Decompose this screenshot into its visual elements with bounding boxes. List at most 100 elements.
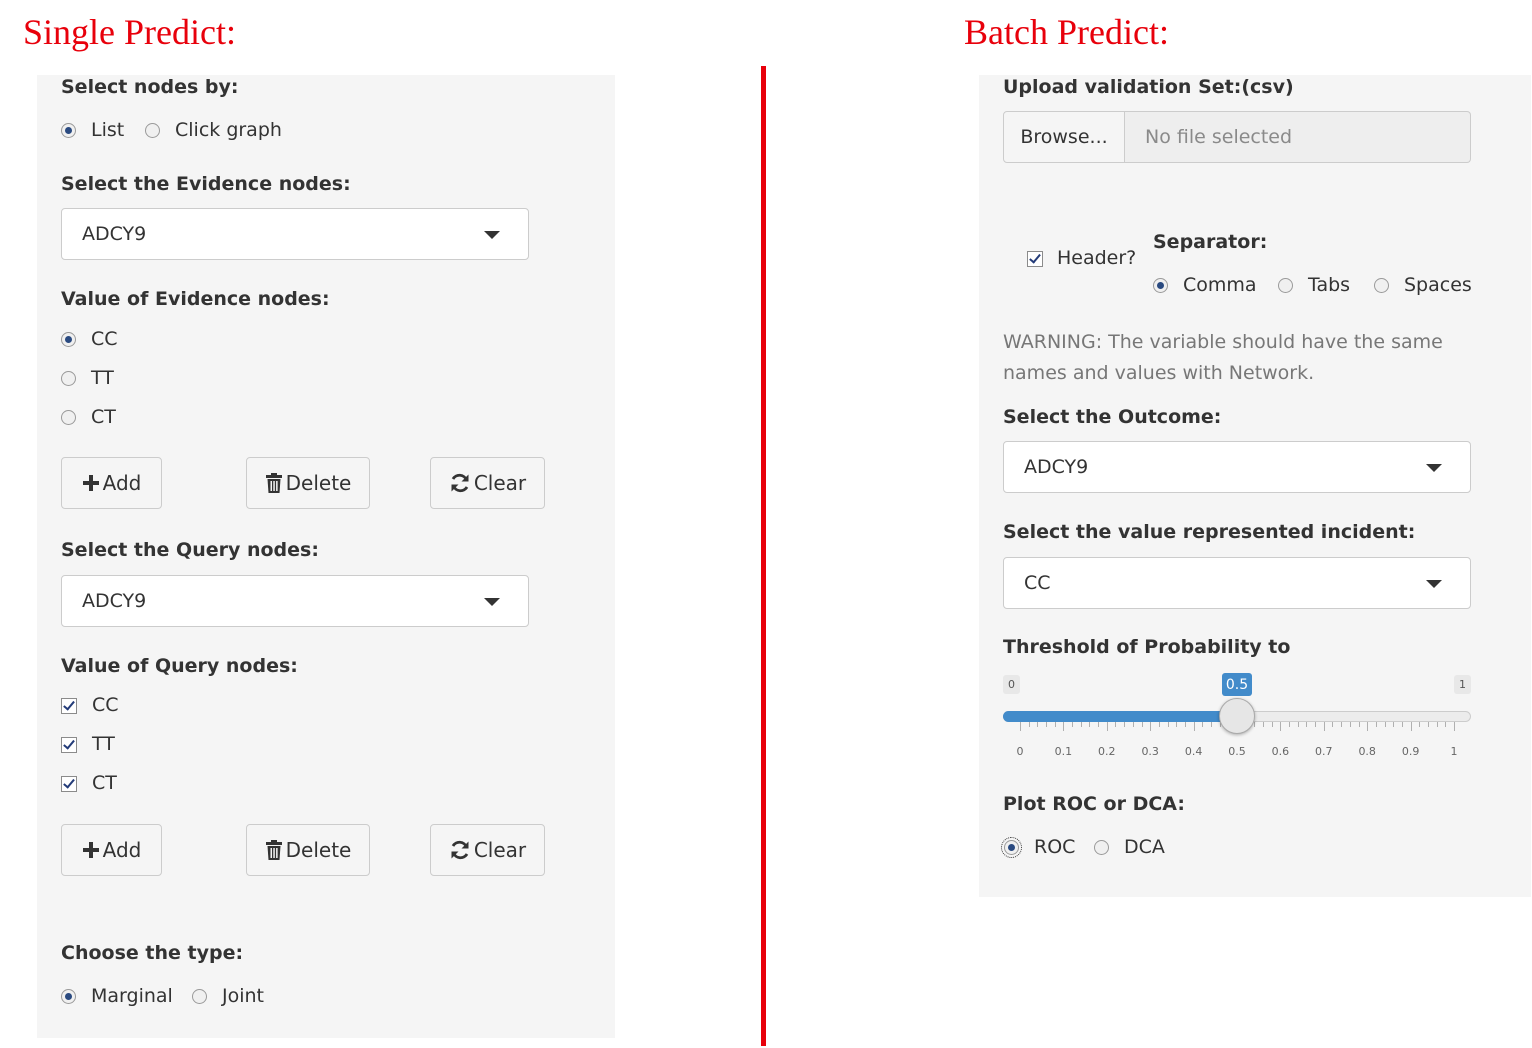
slider-minor-tick: [1132, 722, 1134, 727]
slider-minor-tick: [1176, 722, 1178, 727]
file-name-field[interactable]: No file selected: [1125, 111, 1471, 163]
slider-minor-tick: [1419, 722, 1421, 727]
slider-value-label: 0.5: [1222, 673, 1252, 696]
slider-minor-tick: [1167, 722, 1169, 727]
slider-minor-tick: [1332, 722, 1334, 727]
slider-minor-tick: [1401, 722, 1403, 727]
batch-predict-title: Batch Predict:: [964, 12, 1169, 52]
slider-major-tick: [1454, 722, 1455, 731]
slider-tick-label: 0.7: [1315, 745, 1333, 758]
evidence-delete-button[interactable]: Delete: [246, 457, 370, 509]
query-nodes-select[interactable]: ADCY9: [61, 575, 529, 627]
evidence-clear-button[interactable]: Clear: [430, 457, 545, 509]
checkbox-icon: [1027, 250, 1043, 267]
radio-icon: [61, 332, 76, 347]
evidence-value-ct-radio[interactable]: CT: [61, 408, 116, 427]
separator-comma-radio[interactable]: Comma: [1153, 276, 1257, 295]
caret-down-icon: [484, 231, 500, 239]
incident-label: Select the value represented incident:: [1003, 521, 1416, 543]
evidence-value-tt-radio[interactable]: TT: [61, 369, 114, 388]
query-values-label: Value of Query nodes:: [61, 655, 298, 677]
trash-icon: [265, 840, 283, 860]
slider-minor-tick: [1358, 722, 1360, 727]
slider-major-tick: [1323, 722, 1325, 731]
slider-minor-tick: [1271, 722, 1273, 727]
caret-down-icon: [484, 598, 500, 606]
slider-tick-label: 0.6: [1271, 745, 1290, 758]
slider-minor-tick: [1427, 722, 1429, 727]
select-nodes-by-label: Select nodes by:: [61, 76, 239, 98]
slider-tick-label: 1: [1450, 745, 1458, 758]
query-clear-button[interactable]: Clear: [430, 824, 545, 876]
incident-select[interactable]: CC: [1003, 557, 1471, 609]
slider-minor-tick: [1158, 722, 1160, 727]
query-value-ct-checkbox[interactable]: CT: [61, 774, 117, 793]
slider-minor-tick: [1263, 722, 1265, 727]
slider-minor-tick: [1202, 722, 1204, 727]
refresh-icon: [449, 472, 471, 494]
slider-minor-tick: [1037, 722, 1039, 727]
slider-major-tick: [1193, 722, 1195, 731]
query-value-cc-checkbox[interactable]: CC: [61, 696, 119, 715]
slider-minor-tick: [1028, 722, 1030, 727]
slider-major-tick: [1106, 722, 1108, 731]
type-marginal-radio[interactable]: Marginal: [61, 987, 173, 1006]
slider-minor-tick: [1297, 722, 1299, 727]
separator-tabs-radio[interactable]: Tabs: [1278, 276, 1350, 295]
type-joint-radio[interactable]: Joint: [192, 987, 264, 1006]
separator-spaces-radio[interactable]: Spaces: [1374, 276, 1472, 295]
radio-icon: [1278, 278, 1293, 293]
radio-icon: [61, 123, 76, 138]
radio-icon: [1094, 840, 1109, 855]
evidence-nodes-value: ADCY9: [82, 223, 147, 245]
plot-label: Plot ROC or DCA:: [1003, 793, 1185, 815]
slider-minor-tick: [1089, 722, 1091, 727]
plot-roc-radio[interactable]: ROC: [1001, 837, 1075, 858]
section-divider: [761, 66, 766, 1046]
slider-minor-tick: [1141, 722, 1143, 727]
caret-down-icon: [1426, 464, 1442, 472]
query-add-button[interactable]: Add: [61, 824, 162, 876]
evidence-value-cc-radio[interactable]: CC: [61, 330, 118, 349]
slider-minor-tick: [1306, 722, 1308, 727]
file-upload: Browse... No file selected: [1003, 111, 1471, 163]
header-checkbox[interactable]: Header?: [1027, 249, 1136, 268]
single-predict-title: Single Predict:: [23, 12, 236, 52]
slider-max-label: 1: [1454, 675, 1471, 694]
query-delete-button[interactable]: Delete: [246, 824, 370, 876]
select-by-click-graph-radio[interactable]: Click graph: [145, 121, 282, 140]
query-value-tt-checkbox[interactable]: TT: [61, 735, 115, 754]
radio-icon: [1374, 278, 1389, 293]
slider-minor-tick: [1184, 722, 1186, 727]
outcome-value: ADCY9: [1024, 456, 1089, 478]
radio-icon: [145, 123, 160, 138]
slider-major-tick: [1367, 722, 1369, 731]
slider-minor-tick: [1349, 722, 1351, 727]
evidence-nodes-select[interactable]: ADCY9: [61, 208, 529, 260]
radio-icon: [1001, 837, 1022, 858]
outcome-label: Select the Outcome:: [1003, 406, 1222, 428]
plot-dca-radio[interactable]: DCA: [1094, 838, 1165, 857]
slider-handle[interactable]: [1219, 698, 1255, 734]
slider-major-tick: [1410, 722, 1412, 731]
radio-icon: [1153, 278, 1168, 293]
radio-icon: [61, 410, 76, 425]
incident-value: CC: [1024, 572, 1051, 594]
slider-tick-label: 0.5: [1228, 745, 1246, 758]
slider-minor-tick: [1054, 722, 1056, 727]
warning-text: WARNING: The variable should have the sa…: [1003, 331, 1443, 384]
query-nodes-label: Select the Query nodes:: [61, 539, 319, 561]
browse-button[interactable]: Browse...: [1003, 111, 1125, 163]
slider-tick-label: 0.8: [1358, 745, 1376, 758]
evidence-add-button[interactable]: Add: [61, 457, 162, 509]
outcome-select[interactable]: ADCY9: [1003, 441, 1471, 493]
slider-minor-tick: [1375, 722, 1377, 727]
select-by-list-radio[interactable]: List: [61, 121, 124, 140]
checkbox-icon: [61, 697, 77, 714]
checkbox-icon: [61, 775, 77, 792]
slider-tick-label: 0: [1016, 745, 1024, 758]
refresh-icon: [449, 839, 471, 861]
plus-icon: [82, 841, 100, 859]
slider-minor-tick: [1289, 722, 1291, 727]
slider-fill: [1003, 711, 1237, 722]
